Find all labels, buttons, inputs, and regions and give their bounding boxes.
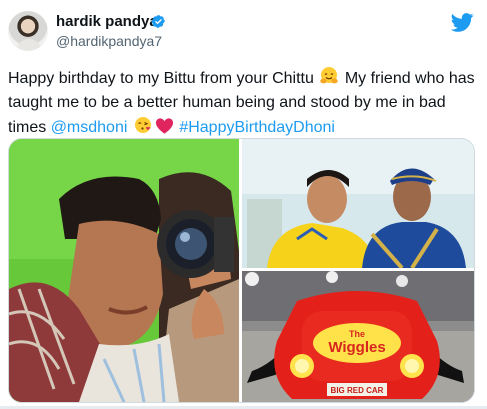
red-heart-emoji [155,118,173,134]
kiss-face-emoji [134,117,151,133]
car-logo-text: Wiggles [328,339,385,356]
photo-selfie-green[interactable] [9,139,239,402]
photo-dhoni-pandya[interactable] [242,139,474,268]
verified-badge-icon [151,15,165,28]
media-grid: The Wiggles BIG RED CAR [8,138,475,403]
car-plate-text: BIG RED CAR [331,386,384,395]
mention-link[interactable]: @msdhoni [51,119,128,136]
author-handle[interactable]: @hardikpandya7 [56,33,162,49]
tweet-text: Happy birthday to my Bittu from your Chi… [8,66,478,140]
twitter-bird-icon[interactable] [451,13,474,32]
car-logo-small: The [349,329,365,339]
tweet-card[interactable]: hardik pandya @hardikpandya7 Happy birth… [0,0,487,409]
portrait-photo-art [242,139,474,268]
car-photo-art: The Wiggles BIG RED CAR [242,271,474,402]
hugging-face-emoji [320,67,339,84]
author-display-name[interactable]: hardik pandya [56,14,158,30]
photo-big-red-car[interactable]: The Wiggles BIG RED CAR [242,271,474,402]
selfie-photo-art [9,139,239,402]
hashtag-link[interactable]: #HappyBirthdayDhoni [179,119,335,136]
tweet-text-line1: Happy birthday to my Bittu from your Chi… [8,70,314,87]
author-avatar[interactable] [8,11,48,51]
